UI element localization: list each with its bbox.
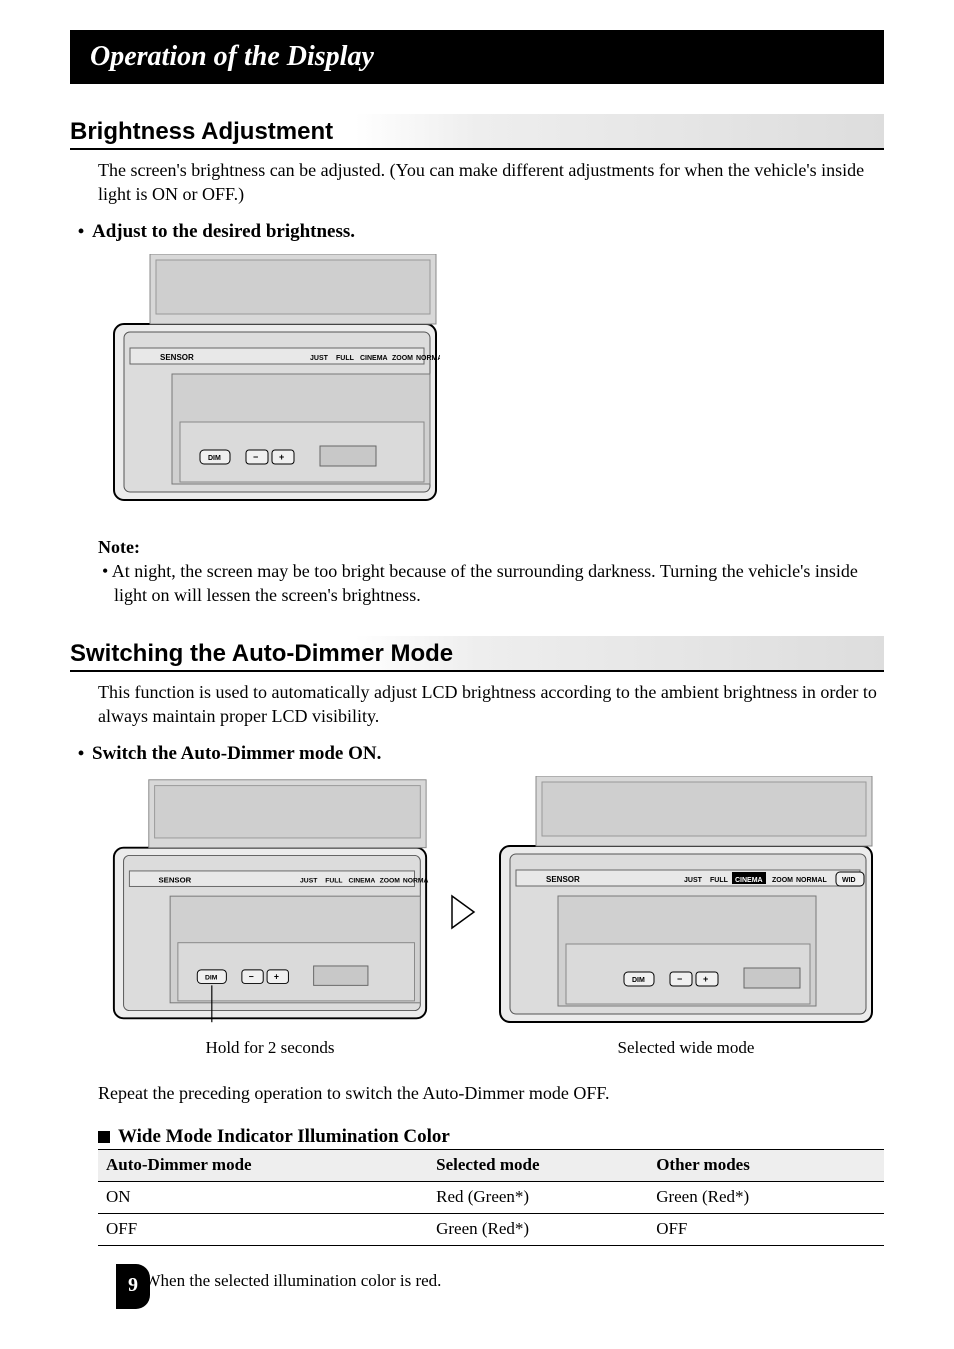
svg-text:FULL: FULL — [325, 878, 342, 885]
label-just: JUST — [310, 355, 329, 362]
svg-text:WID: WID — [842, 877, 856, 884]
device-diagram-right: SENSOR JUST FULL CINEMA ZOOM NORMAL WID … — [496, 776, 876, 1059]
cell: OFF — [648, 1214, 884, 1246]
caption-right: Selected wide mode — [496, 1037, 876, 1060]
svg-text:NORMA: NORMA — [403, 878, 429, 885]
cell: ON — [98, 1182, 428, 1214]
svg-text:CINEMA: CINEMA — [349, 878, 376, 885]
note-heading: Note: — [98, 535, 884, 559]
device-diagram-brightness: SENSOR JUST FULL CINEMA ZOOM NORMA DIM −… — [110, 254, 884, 510]
label-sensor: SENSOR — [160, 353, 194, 362]
footnote: * When the selected illumination color i… — [126, 1270, 884, 1293]
svg-text:SENSOR: SENSOR — [546, 875, 580, 884]
svg-text:FULL: FULL — [710, 877, 729, 884]
device-diagram-pair: SENSOR JUST FULL CINEMA ZOOM NORMA DIM −… — [110, 776, 884, 1059]
table-header-row: Auto-Dimmer mode Selected mode Other mod… — [98, 1150, 884, 1181]
svg-text:ZOOM: ZOOM — [772, 877, 793, 884]
svg-text:CINEMA: CINEMA — [735, 877, 763, 884]
section-heading-text: Switching the Auto-Dimmer Mode — [70, 640, 453, 667]
svg-text:NORMAL: NORMAL — [796, 877, 827, 884]
th-other: Other modes — [648, 1150, 884, 1181]
cell: Red (Green*) — [428, 1182, 648, 1214]
section-heading-brightness: Brightness Adjustment — [70, 114, 884, 150]
note-block: Note: • At night, the screen may be too … — [98, 535, 884, 608]
table-row: ON Red (Green*) Green (Red*) — [98, 1182, 884, 1214]
bullet-text: Switch the Auto-Dimmer mode ON. — [92, 741, 381, 767]
device-diagram-left: SENSOR JUST FULL CINEMA ZOOM NORMA DIM −… — [110, 776, 430, 1059]
bullet-autodimmer-on: • Switch the Auto-Dimmer mode ON. — [70, 741, 884, 767]
bullet-adjust-brightness: • Adjust to the desired brightness. — [70, 219, 884, 245]
svg-text:−: − — [253, 452, 258, 462]
autodimmer-repeat: Repeat the preceding operation to switch… — [98, 1081, 884, 1105]
svg-text:+: + — [279, 452, 284, 462]
caption-left: Hold for 2 seconds — [110, 1037, 430, 1060]
bullet-dot: • — [70, 219, 92, 243]
section-heading-autodimmer: Switching the Auto-Dimmer Mode — [70, 636, 884, 672]
label-zoom: ZOOM — [392, 355, 413, 362]
page-title: Operation of the Display — [90, 41, 374, 72]
autodimmer-intro: This function is used to automatically a… — [98, 680, 884, 729]
section-heading-text: Brightness Adjustment — [70, 118, 333, 145]
svg-text:+: + — [703, 974, 708, 984]
svg-text:DIM: DIM — [208, 455, 221, 462]
svg-text:JUST: JUST — [300, 878, 318, 885]
svg-text:−: − — [249, 972, 254, 982]
black-square-icon — [98, 1131, 110, 1143]
sub-heading-text: Wide Mode Indicator Illumination Color — [118, 1124, 450, 1150]
label-full: FULL — [336, 355, 355, 362]
svg-text:DIM: DIM — [632, 977, 645, 984]
page-title-bar: Operation of the Display — [70, 30, 884, 84]
page-number: 9 — [116, 1264, 150, 1309]
note-body: • At night, the screen may be too bright… — [114, 559, 884, 608]
sub-heading-color-table: Wide Mode Indicator Illumination Color — [98, 1124, 884, 1151]
table-row: OFF Green (Red*) OFF — [98, 1214, 884, 1246]
label-cinema: CINEMA — [360, 355, 388, 362]
cell: Green (Red*) — [428, 1214, 648, 1246]
bullet-dot: • — [70, 741, 92, 765]
cell: OFF — [98, 1214, 428, 1246]
device-svg: SENSOR JUST FULL CINEMA ZOOM NORMA DIM −… — [110, 254, 440, 504]
svg-text:−: − — [677, 974, 682, 984]
svg-text:+: + — [274, 972, 279, 982]
th-autodimmer: Auto-Dimmer mode — [98, 1150, 428, 1181]
svg-text:JUST: JUST — [684, 877, 703, 884]
svg-text:DIM: DIM — [205, 975, 218, 982]
brightness-intro: The screen's brightness can be adjusted.… — [98, 158, 884, 207]
bullet-text: Adjust to the desired brightness. — [92, 219, 355, 245]
svg-text:ZOOM: ZOOM — [380, 878, 401, 885]
footnote-text: When the selected illumination color is … — [145, 1270, 442, 1293]
label-norma: NORMA — [416, 355, 440, 362]
color-table: Auto-Dimmer mode Selected mode Other mod… — [98, 1150, 884, 1246]
slot — [320, 446, 376, 466]
svg-text:SENSOR: SENSOR — [158, 876, 191, 885]
arrow-icon — [450, 894, 476, 942]
th-selected: Selected mode — [428, 1150, 648, 1181]
cell: Green (Red*) — [648, 1182, 884, 1214]
